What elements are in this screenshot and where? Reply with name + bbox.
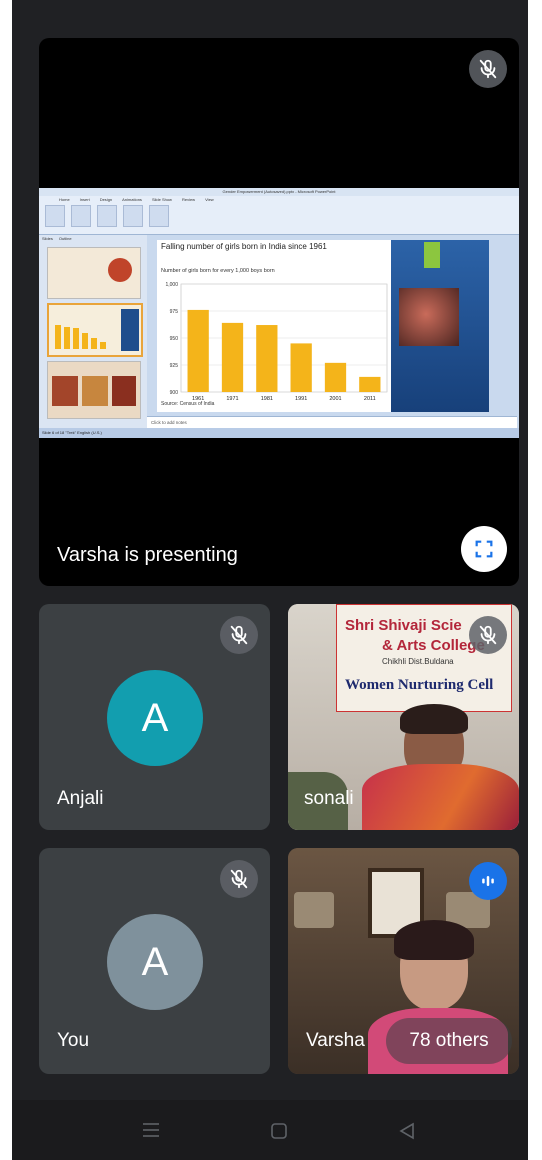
bar-chart: 9009259509751,0001961 1971 1981 1991 2001 201… <box>165 282 388 402</box>
bar <box>290 343 312 392</box>
others-chip[interactable]: 78 others <box>386 1018 512 1064</box>
fullscreen-button[interactable] <box>461 526 507 572</box>
slide-photo <box>399 288 459 346</box>
bar <box>187 309 209 392</box>
ribbon-tab-home[interactable]: Home <box>59 197 70 202</box>
slide-thumbnail-selected[interactable] <box>47 303 143 357</box>
window-title: Gender Empowerment (Autosaved).pptx - Mi… <box>222 189 336 194</box>
bar <box>221 322 244 392</box>
ribbon-tab-review[interactable]: Review <box>182 197 195 202</box>
bar <box>324 362 347 392</box>
nav-bar <box>12 1100 528 1160</box>
bar <box>359 376 381 392</box>
y-tick-label: 925 <box>170 363 179 369</box>
title-bar: Gender Empowerment (Autosaved).pptx - Mi… <box>39 188 519 196</box>
person-video <box>400 704 468 734</box>
x-tick-label: 1981 <box>261 396 273 402</box>
bar <box>256 325 278 392</box>
slide-thumbnail[interactable] <box>47 247 141 299</box>
x-tick-label: 1971 <box>226 396 238 402</box>
slide-title: Falling number of girls born in India si… <box>161 242 327 251</box>
ribbon-tab-slideshow[interactable]: Slide Show <box>152 197 172 202</box>
y-tick-label: 975 <box>170 309 179 315</box>
back-triangle-icon <box>399 1122 414 1140</box>
ribbon-button[interactable] <box>149 205 169 227</box>
ribbon-button[interactable] <box>97 205 117 227</box>
participant-name: sonali <box>304 788 354 809</box>
menu-nav-button[interactable] <box>142 1122 160 1138</box>
shared-screen: Gender Empowerment (Autosaved).pptx - Mi… <box>39 188 519 438</box>
participant-tile-varsha[interactable]: Varsha 78 others <box>288 848 519 1074</box>
back-nav-button[interactable] <box>398 1122 416 1140</box>
y-tick-label: 1,000 <box>165 282 178 288</box>
fullscreen-icon <box>475 540 493 558</box>
participant-tile-sonali[interactable]: Shri Shivaji Scie & Arts College Chikhli… <box>288 604 519 830</box>
slides-panel: Slides Outline <box>39 235 147 428</box>
presenting-label: Varsha is presenting <box>57 544 238 566</box>
participant-name: Varsha <box>306 1030 365 1051</box>
ribbon-tab-view[interactable]: View <box>205 197 214 202</box>
ribbon-button[interactable] <box>123 205 143 227</box>
participant-tile-you[interactable]: A You <box>39 848 270 1074</box>
slide-thumbnail[interactable] <box>47 361 141 419</box>
avatar: A <box>107 670 203 766</box>
ribbon-button[interactable] <box>45 205 65 227</box>
status-bar-text: Slide 6 of 18 "Trek" English (U.S.) <box>42 430 102 435</box>
ribbon-tab-animations[interactable]: Animations <box>122 197 142 202</box>
others-count: 78 others <box>409 1030 489 1051</box>
status-bar: Slide 6 of 18 "Trek" English (U.S.) <box>39 428 519 438</box>
notes-placeholder: Click to add notes <box>151 420 187 425</box>
participant-name: You <box>57 1030 90 1051</box>
audio-level-icon <box>482 876 494 886</box>
speaking-indicator <box>469 862 507 900</box>
ribbon: Home Insert Design Animations Slide Show… <box>39 196 519 235</box>
slide-canvas: Falling number of girls born in India si… <box>157 240 489 412</box>
ribbon-tab-design[interactable]: Design <box>100 197 112 202</box>
meet-app: Gender Empowerment (Autosaved).pptx - Mi… <box>12 0 528 1160</box>
home-square-icon <box>271 1123 287 1139</box>
notes-pane[interactable]: Click to add notes <box>147 416 517 428</box>
ribbon-tab-insert[interactable]: Insert <box>80 197 90 202</box>
participant-name: Anjali <box>57 788 104 809</box>
mic-off-icon <box>220 860 258 898</box>
y-tick-label: 950 <box>170 336 179 342</box>
person-video <box>394 920 474 960</box>
slide-source: Source: Census of India <box>161 401 215 407</box>
mic-off-icon <box>469 616 507 654</box>
presentation-tile[interactable]: Gender Empowerment (Autosaved).pptx - Mi… <box>39 38 519 586</box>
panel-tab-outline[interactable]: Outline <box>59 236 72 241</box>
panel-tab-slides[interactable]: Slides <box>42 236 53 241</box>
menu-icon <box>143 1123 159 1137</box>
x-tick-label: 2011 <box>364 396 376 402</box>
mic-off-icon <box>469 50 507 88</box>
x-tick-label: 1991 <box>295 396 307 402</box>
shelf-trophies <box>294 892 334 928</box>
ribbon-button[interactable] <box>71 205 91 227</box>
slide-subtitle: Number of girls born for every 1,000 boy… <box>161 268 275 274</box>
avatar: A <box>107 914 203 1010</box>
home-nav-button[interactable] <box>270 1122 288 1140</box>
x-tick-label: 2001 <box>329 396 341 402</box>
y-tick-label: 900 <box>170 390 179 396</box>
person-saree <box>362 764 519 830</box>
mic-off-icon <box>220 616 258 654</box>
participant-tile-anjali[interactable]: A Anjali <box>39 604 270 830</box>
slide-side-panel <box>391 240 489 412</box>
